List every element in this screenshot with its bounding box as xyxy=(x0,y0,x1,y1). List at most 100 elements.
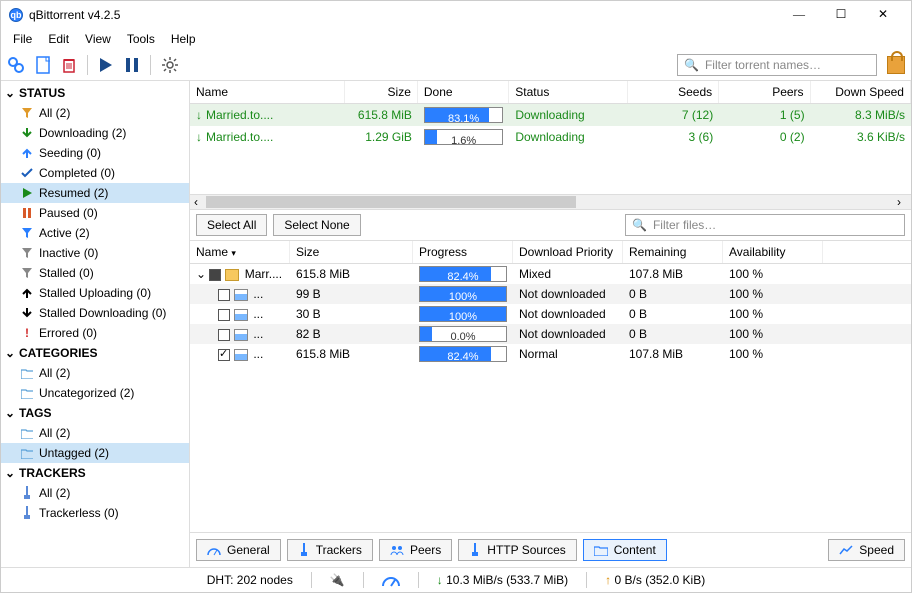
sidebar-item[interactable]: All (2) xyxy=(1,483,189,503)
sidebar-item-label: Resumed (2) xyxy=(39,186,108,200)
sidebar-item[interactable]: Uncategorized (2) xyxy=(1,383,189,403)
torrent-row[interactable]: ↓Married.to....615.8 MiB83.1%Downloading… xyxy=(190,104,911,126)
folder-icon xyxy=(225,269,239,281)
checkbox[interactable] xyxy=(209,269,221,281)
col-header[interactable]: Progress xyxy=(413,241,513,263)
checkbox[interactable] xyxy=(218,329,230,341)
file-row[interactable]: ...99 B100%Not downloaded0 B100 % xyxy=(190,284,911,304)
file-icon xyxy=(234,349,248,361)
sidebar-item[interactable]: Stalled Downloading (0) xyxy=(1,303,189,323)
col-header[interactable]: Size xyxy=(345,81,418,103)
horizontal-scrollbar[interactable]: ‹› xyxy=(190,194,911,210)
sidebar-item[interactable]: Resumed (2) xyxy=(1,183,189,203)
group-categories[interactable]: ⌄CATEGORIES xyxy=(1,343,189,363)
group-tags[interactable]: ⌄TAGS xyxy=(1,403,189,423)
sidebar-item[interactable]: !Errored (0) xyxy=(1,323,189,343)
speedometer-icon[interactable] xyxy=(382,573,400,587)
menu-view[interactable]: View xyxy=(79,30,117,48)
tab-http-sources[interactable]: HTTP Sources xyxy=(458,539,576,561)
tab-trackers[interactable]: Trackers xyxy=(287,539,373,561)
sidebar-item[interactable]: All (2) xyxy=(1,103,189,123)
add-link-icon[interactable] xyxy=(7,56,25,74)
close-button[interactable]: ✕ xyxy=(871,7,895,22)
add-file-icon[interactable] xyxy=(35,56,51,74)
expand-icon[interactable]: ⌄ xyxy=(196,267,209,281)
select-none-button[interactable]: Select None xyxy=(273,214,360,236)
tab-general[interactable]: General xyxy=(196,539,281,561)
file-row[interactable]: ...30 B100%Not downloaded0 B100 % xyxy=(190,304,911,324)
select-all-button[interactable]: Select All xyxy=(196,214,267,236)
sidebar-item[interactable]: All (2) xyxy=(1,363,189,383)
menu-edit[interactable]: Edit xyxy=(42,30,75,48)
tracker-icon xyxy=(21,486,33,500)
checkbox[interactable] xyxy=(218,309,230,321)
gauge-icon xyxy=(207,544,221,556)
torrent-status: Downloading xyxy=(509,127,627,147)
pause-icon xyxy=(21,207,33,219)
filter-files-input[interactable]: 🔍 Filter files… xyxy=(625,214,905,236)
sidebar-item[interactable]: All (2) xyxy=(1,423,189,443)
col-header[interactable]: Down Speed xyxy=(811,81,911,103)
col-header[interactable]: Status xyxy=(509,81,627,103)
sidebar-item-label: Active (2) xyxy=(39,226,90,240)
checkbox[interactable] xyxy=(218,289,230,301)
sidebar-item-label: Uncategorized (2) xyxy=(39,386,134,400)
menu-file[interactable]: File xyxy=(7,30,38,48)
menu-tools[interactable]: Tools xyxy=(121,30,161,48)
dht-status: DHT: 202 nodes xyxy=(207,573,293,587)
sidebar-item[interactable]: Seeding (0) xyxy=(1,143,189,163)
col-header[interactable]: Seeds xyxy=(628,81,719,103)
tab-content[interactable]: Content xyxy=(583,539,667,561)
resume-icon[interactable] xyxy=(98,56,114,74)
filter-torrents-input[interactable]: 🔍 Filter torrent names… xyxy=(677,54,877,76)
download-arrow-icon: ↓ xyxy=(196,108,202,122)
file-remaining: 0 B xyxy=(623,285,723,303)
sidebar-item[interactable]: Downloading (2) xyxy=(1,123,189,143)
file-row[interactable]: ...82 B0.0%Not downloaded0 B100 % xyxy=(190,324,911,344)
col-header[interactable]: Done xyxy=(418,81,509,103)
col-header[interactable]: Availability xyxy=(723,241,823,263)
file-size: 82 B xyxy=(290,325,413,343)
settings-icon[interactable] xyxy=(161,56,179,74)
col-header[interactable]: Remaining xyxy=(623,241,723,263)
play-icon xyxy=(21,187,33,199)
sidebar-item[interactable]: Active (2) xyxy=(1,223,189,243)
torrent-row[interactable]: ↓Married.to....1.29 GiB1.6%Downloading3 … xyxy=(190,126,911,148)
detail-tabs: General Trackers Peers HTTP Sources Content S… xyxy=(190,532,911,567)
tab-speed[interactable]: Speed xyxy=(828,539,905,561)
chevron-down-icon: ⌄ xyxy=(5,406,15,420)
file-row[interactable]: ...615.8 MiB82.4%Normal107.8 MiB100 % xyxy=(190,344,911,364)
file-row[interactable]: ⌄ Marr....615.8 MiB82.4%Mixed107.8 MiB10… xyxy=(190,264,911,284)
sidebar-item[interactable]: Stalled Uploading (0) xyxy=(1,283,189,303)
tab-peers[interactable]: Peers xyxy=(379,539,452,561)
search-icon: 🔍 xyxy=(684,58,699,72)
lock-icon[interactable] xyxy=(887,56,905,74)
sidebar-item[interactable]: Inactive (0) xyxy=(1,243,189,263)
col-header[interactable]: Name xyxy=(190,81,345,103)
minimize-button[interactable]: — xyxy=(787,7,811,22)
maximize-button[interactable]: ☐ xyxy=(829,7,853,22)
menu-help[interactable]: Help xyxy=(165,30,202,48)
pause-icon[interactable] xyxy=(124,56,140,74)
sidebar-item-label: All (2) xyxy=(39,366,70,380)
sidebar-item[interactable]: Completed (0) xyxy=(1,163,189,183)
torrent-peers: 0 (2) xyxy=(719,127,810,147)
sidebar-item[interactable]: Untagged (2) xyxy=(1,443,189,463)
sidebar-item[interactable]: Paused (0) xyxy=(1,203,189,223)
col-header[interactable]: Peers xyxy=(719,81,810,103)
arrow-up-icon xyxy=(21,147,33,159)
checkbox[interactable] xyxy=(218,349,230,361)
search-placeholder: Filter torrent names… xyxy=(705,58,821,72)
sidebar-item-label: Seeding (0) xyxy=(39,146,101,160)
sidebar-item-label: Downloading (2) xyxy=(39,126,126,140)
col-header[interactable]: Size xyxy=(290,241,413,263)
group-trackers[interactable]: ⌄TRACKERS xyxy=(1,463,189,483)
sidebar-item[interactable]: Trackerless (0) xyxy=(1,503,189,523)
sidebar-item[interactable]: Stalled (0) xyxy=(1,263,189,283)
group-status[interactable]: ⌄STATUS xyxy=(1,83,189,103)
col-header[interactable]: Download Priority xyxy=(513,241,623,263)
col-header[interactable]: Name ▾ xyxy=(190,241,290,263)
file-name: Marr.... xyxy=(245,267,282,281)
delete-icon[interactable] xyxy=(61,56,77,74)
torrent-downspeed: 8.3 MiB/s xyxy=(811,105,911,125)
